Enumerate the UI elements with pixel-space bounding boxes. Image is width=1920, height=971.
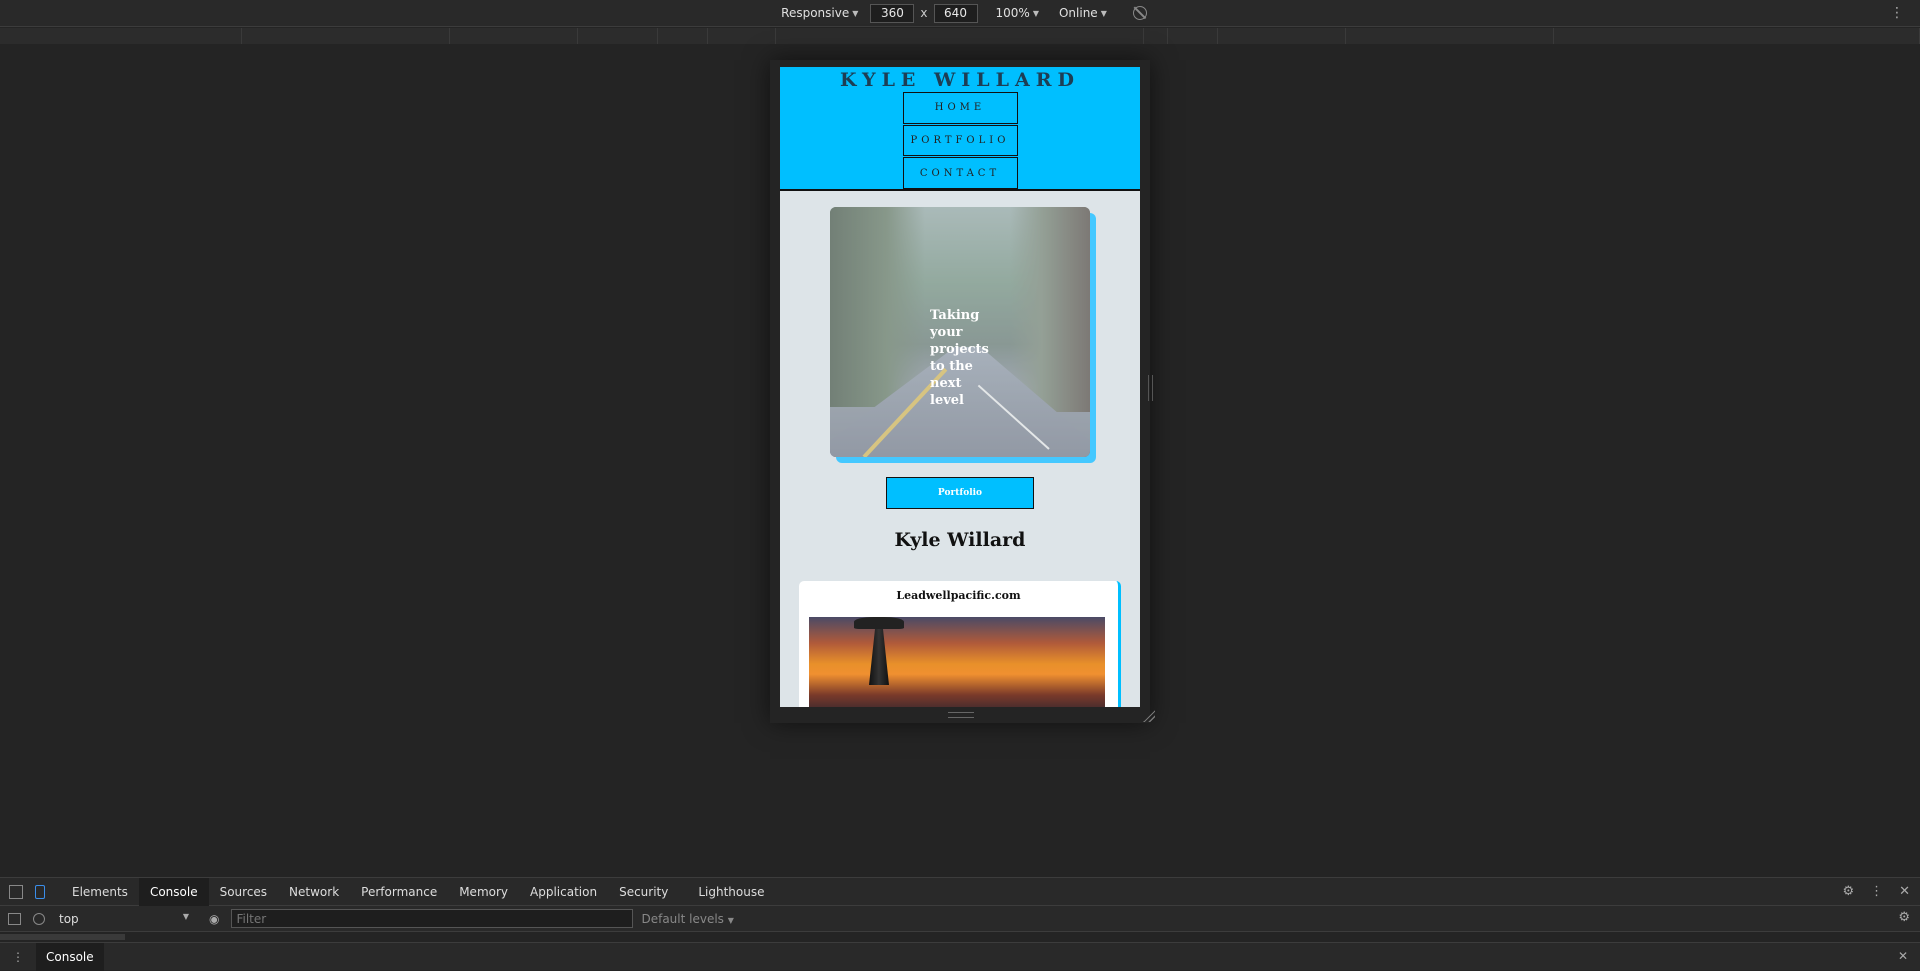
tab-memory[interactable]: Memory — [448, 878, 519, 906]
console-scrollbar[interactable] — [0, 932, 1920, 942]
resize-handle-right[interactable] — [1148, 375, 1153, 401]
ruler-segment[interactable] — [708, 28, 776, 44]
resize-handle-corner[interactable] — [1143, 710, 1155, 722]
chevron-down-icon: ▼ — [1100, 8, 1107, 18]
ruler-segment[interactable] — [1554, 28, 1920, 44]
ruler-segment[interactable] — [776, 28, 1144, 44]
zoom-label: 100% — [995, 6, 1030, 20]
nav-contact[interactable]: CONTACT — [902, 157, 1018, 190]
portfolio-card-image[interactable] — [809, 617, 1105, 707]
sidebar-toggle-icon[interactable] — [8, 912, 21, 925]
context-label: top — [59, 911, 79, 926]
chevron-down-icon: ▼ — [852, 8, 859, 18]
height-input[interactable] — [933, 3, 978, 23]
levels-select[interactable]: Default levels ▼ — [641, 912, 733, 926]
space-needle-stem — [869, 629, 889, 685]
device-toolbar: Responsive ▼ x 100% ▼ Online ▼ ⋮ — [0, 0, 1920, 27]
dimension-separator: x — [920, 6, 928, 20]
tab-security[interactable]: Security — [608, 878, 679, 906]
more-options-icon[interactable]: ⋮ — [1890, 5, 1904, 21]
hero-tagline: Taking your projects to the next level — [930, 308, 989, 408]
device-viewport: KYLE WILLARD HOME PORTFOLIO CONTACT Taki… — [780, 67, 1140, 707]
context-select[interactable]: top ▼ — [59, 912, 189, 926]
chevron-down-icon: ▼ — [1032, 8, 1039, 18]
throttle-select[interactable]: Online ▼ — [1059, 6, 1107, 20]
tab-lighthouse[interactable]: Lighthouse — [687, 878, 775, 906]
name-heading: Kyle Willard — [894, 529, 1026, 551]
levels-label: Default levels — [641, 911, 724, 926]
devtools-tabbar: Elements Console Sources Network Perform… — [0, 877, 1920, 906]
drawer-tabbar: ⋮ Console ✕ — [0, 942, 1920, 971]
ruler-segment[interactable] — [0, 28, 242, 44]
clear-console-icon[interactable] — [33, 912, 45, 925]
close-icon[interactable]: ✕ — [1898, 949, 1908, 963]
drawer-menu-icon[interactable]: ⋮ — [12, 950, 24, 964]
portfolio-button[interactable]: Portfolio — [886, 477, 1034, 509]
device-mode-select[interactable]: Responsive ▼ — [781, 6, 858, 20]
ruler-segment[interactable] — [658, 28, 708, 44]
more-options-icon[interactable]: ⋮ — [1870, 884, 1883, 899]
tab-application[interactable]: Application — [519, 878, 608, 906]
media-query-ruler — [0, 28, 1920, 44]
devtools-actions: ⚙ ⋮ ✕ — [1842, 884, 1910, 899]
device-toggle-icon[interactable] — [35, 884, 45, 899]
portfolio-card[interactable]: Leadwellpacific.com — [799, 581, 1121, 707]
drawer-tab-console[interactable]: Console — [36, 942, 104, 971]
ruler-segment[interactable] — [1218, 28, 1346, 44]
space-needle-top — [854, 617, 904, 629]
inspect-element-icon[interactable] — [9, 884, 23, 899]
portfolio-card-title: Leadwellpacific.com — [896, 589, 1021, 602]
filter-input[interactable] — [231, 909, 634, 928]
hero-image: Taking your projects to the next level — [830, 207, 1090, 457]
hero: Taking your projects to the next level — [830, 207, 1096, 463]
tab-console[interactable]: Console — [138, 877, 209, 906]
ruler-segment[interactable] — [242, 28, 450, 44]
chevron-down-icon: ▼ — [182, 911, 189, 921]
ruler-segment[interactable] — [1144, 28, 1168, 44]
close-icon[interactable]: ✕ — [1899, 884, 1910, 899]
chevron-down-icon: ▼ — [727, 915, 734, 925]
ruler-segment[interactable] — [450, 28, 578, 44]
rotate-disabled-icon[interactable] — [1132, 6, 1147, 20]
device-mode-label: Responsive — [781, 6, 850, 20]
site-header: KYLE WILLARD HOME PORTFOLIO CONTACT — [780, 67, 1140, 191]
zoom-select[interactable]: 100% ▼ — [996, 6, 1039, 20]
console-toolbar: top ▼ ◉ Default levels ▼ ⚙ — [0, 906, 1920, 932]
nav-home[interactable]: HOME — [902, 92, 1018, 124]
width-input[interactable] — [870, 3, 915, 23]
scrollbar-thumb[interactable] — [0, 934, 125, 940]
devtools-panel: Elements Console Sources Network Perform… — [0, 877, 1920, 971]
gear-icon[interactable]: ⚙ — [1898, 910, 1910, 925]
site-title: KYLE WILLARD — [840, 69, 1080, 91]
throttle-label: Online — [1058, 6, 1098, 20]
ruler-segment[interactable] — [1346, 28, 1554, 44]
tab-performance[interactable]: Performance — [350, 878, 448, 906]
gear-icon[interactable]: ⚙ — [1842, 884, 1854, 899]
ruler-segment[interactable] — [578, 28, 658, 44]
resize-handle-bottom[interactable] — [948, 712, 974, 718]
eye-icon[interactable]: ◉ — [209, 912, 219, 926]
tab-network[interactable]: Network — [278, 878, 350, 906]
tab-elements[interactable]: Elements — [61, 878, 139, 906]
ruler-segment[interactable] — [1168, 28, 1218, 44]
tab-sources[interactable]: Sources — [209, 878, 278, 906]
nav-portfolio[interactable]: PORTFOLIO — [902, 124, 1018, 157]
